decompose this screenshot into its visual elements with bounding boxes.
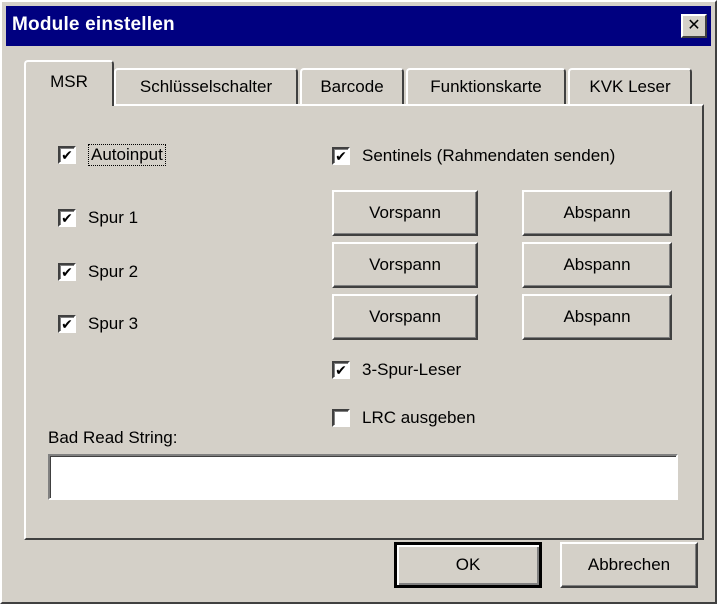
tab-kvk-leser[interactable]: KVK Leser: [568, 68, 692, 104]
checkbox-label: 3-Spur-Leser: [362, 360, 462, 379]
vorspann-spur1-button[interactable]: Vorspann: [332, 190, 478, 236]
spur3-checkbox[interactable]: ✔ Spur 3: [58, 314, 138, 334]
check-icon: ✔: [61, 316, 73, 332]
sentinels-checkbox[interactable]: ✔ Sentinels (Rahmendaten senden): [332, 146, 615, 166]
dialog-window: Module einstellen ✕ MSR Schlüsselschalte…: [0, 0, 717, 604]
tab-funktionskarte[interactable]: Funktionskarte: [406, 68, 566, 104]
drei-spur-leser-checkbox[interactable]: ✔ 3-Spur-Leser: [332, 360, 461, 380]
spur1-checkbox[interactable]: ✔ Spur 1: [58, 208, 138, 228]
abspann-spur3-button[interactable]: Abspann: [522, 294, 672, 340]
checkbox-label: Spur 1: [88, 208, 139, 227]
ok-button[interactable]: OK: [394, 542, 542, 588]
button-label: Abspann: [563, 307, 631, 326]
tab-label: Barcode: [320, 77, 384, 96]
check-icon: ✔: [61, 147, 73, 163]
button-label: Abbrechen: [587, 555, 671, 574]
checkbox-label: Spur 2: [88, 262, 139, 281]
checkbox-label: Spur 3: [88, 314, 139, 333]
close-icon: ✕: [687, 17, 701, 34]
bad-read-string-input[interactable]: [48, 454, 678, 500]
checkbox-box[interactable]: ✔: [332, 361, 350, 379]
tab-label: KVK Leser: [589, 77, 671, 96]
checkbox-box[interactable]: ✔: [58, 209, 76, 227]
title-bar[interactable]: Module einstellen ✕: [6, 6, 711, 46]
checkbox-box[interactable]: ✔: [58, 263, 76, 281]
checkbox-box[interactable]: ✔: [58, 146, 76, 164]
tab-label: MSR: [50, 72, 88, 91]
button-label: Vorspann: [369, 307, 441, 326]
tab-msr[interactable]: MSR: [24, 60, 114, 106]
abspann-spur1-button[interactable]: Abspann: [522, 190, 672, 236]
close-button[interactable]: ✕: [681, 14, 707, 38]
window-title: Module einstellen: [12, 14, 175, 35]
check-icon: ✔: [61, 264, 73, 280]
checkbox-label: LRC ausgeben: [362, 408, 476, 427]
button-label: Abspann: [563, 255, 631, 274]
check-icon: ✔: [61, 210, 73, 226]
tab-label: Schlüsselschalter: [139, 77, 273, 96]
vorspann-spur2-button[interactable]: Vorspann: [332, 242, 478, 288]
lrc-ausgeben-checkbox[interactable]: LRC ausgeben: [332, 408, 475, 428]
tab-schluesselschalter[interactable]: Schlüsselschalter: [114, 68, 298, 104]
cancel-button[interactable]: Abbrechen: [560, 542, 698, 588]
check-icon: ✔: [335, 148, 347, 164]
button-label: OK: [455, 555, 481, 574]
checkbox-box[interactable]: ✔: [332, 147, 350, 165]
vorspann-spur3-button[interactable]: Vorspann: [332, 294, 478, 340]
checkbox-box[interactable]: [332, 409, 350, 427]
button-label: Vorspann: [369, 255, 441, 274]
button-label: Abspann: [563, 203, 631, 222]
autoinput-checkbox[interactable]: ✔ Autoinput: [58, 144, 166, 166]
spur2-checkbox[interactable]: ✔ Spur 2: [58, 262, 138, 282]
tab-label: Funktionskarte: [430, 77, 542, 96]
checkbox-label: Sentinels (Rahmendaten senden): [362, 146, 616, 165]
abspann-spur2-button[interactable]: Abspann: [522, 242, 672, 288]
check-icon: ✔: [335, 362, 347, 378]
button-label: Vorspann: [369, 203, 441, 222]
tab-barcode[interactable]: Barcode: [300, 68, 404, 104]
checkbox-label: Autoinput: [88, 144, 166, 166]
checkbox-box[interactable]: ✔: [58, 315, 76, 333]
bad-read-string-label: Bad Read String:: [48, 428, 178, 447]
